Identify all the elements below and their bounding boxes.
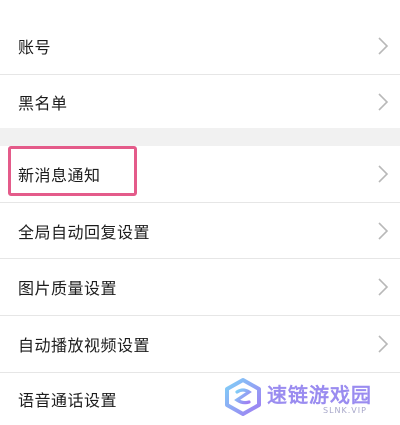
settings-item-account[interactable]: 账号 [0,18,400,74]
chevron-right-icon [378,165,389,183]
chevron-right-icon [378,278,389,296]
chevron-right-icon [378,37,389,55]
section-gap [0,128,400,146]
chevron-right-icon [378,92,389,111]
watermark-logo-icon [225,378,261,416]
watermark-text: 速链游戏园 [267,383,372,407]
settings-item-label: 全局自动回复设置 [18,222,151,242]
settings-item-label: 新消息通知 [18,166,101,185]
settings-item-label: 图片质量设置 [18,279,118,298]
settings-item-autoplay-video[interactable]: 自动播放视频设置 [0,316,400,372]
watermark-subtext: SLNK.VIP [323,406,367,415]
settings-item-new-message-notification[interactable]: 新消息通知 [0,146,400,202]
settings-item-label: 语音通话设置 [18,391,118,410]
settings-item-label: 账号 [18,38,52,57]
watermark: 速链游戏园 SLNK.VIP [223,377,393,421]
chevron-right-icon [378,221,389,240]
chevron-right-icon [378,335,389,353]
settings-item-image-quality[interactable]: 图片质量设置 [0,259,400,315]
settings-item-global-auto-reply[interactable]: 全局自动回复设置 [0,203,400,258]
settings-item-label: 黑名单 [18,93,68,113]
settings-item-blacklist[interactable]: 黑名单 [0,75,400,128]
settings-item-label: 自动播放视频设置 [18,336,151,355]
